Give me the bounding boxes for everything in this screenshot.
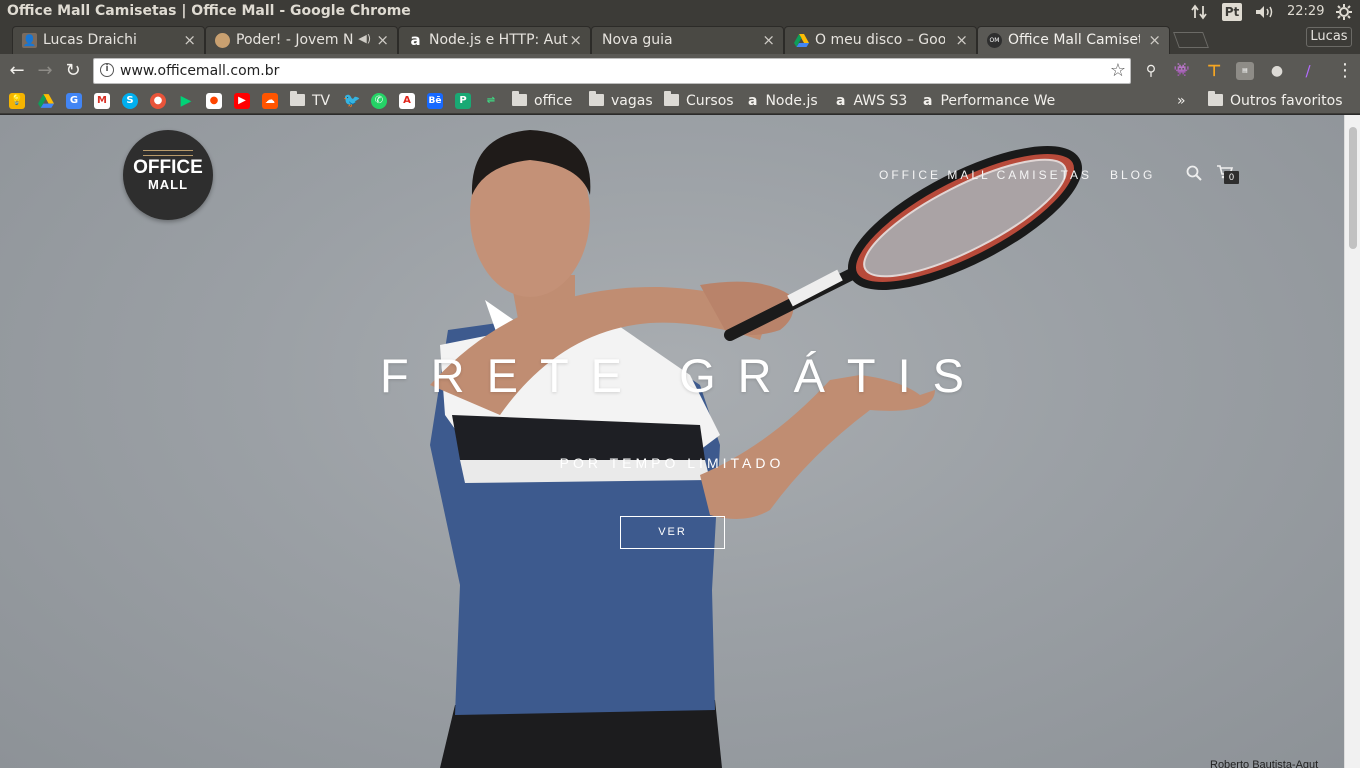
bookmarks-bar: 💡 G M S ● ▶ ● ▶ ☁ TV 🐦 ✆ A Bē P ⇌ office… (0, 88, 1360, 114)
folder-icon (512, 91, 527, 106)
folder-icon (1208, 91, 1223, 106)
feather-extension-icon[interactable]: ∕ (1299, 62, 1317, 80)
behance-bookmark-icon[interactable]: Bē (427, 93, 443, 109)
hero-cta-button[interactable]: VER (620, 516, 725, 549)
hammer-extension-icon[interactable]: ⊤ (1205, 62, 1223, 80)
translate-bookmark-icon[interactable]: G (66, 93, 82, 109)
keep-bookmark-icon[interactable]: 💡 (9, 93, 25, 109)
tab-label: Poder! - Jovem N (236, 32, 354, 48)
bookmark-folder-outros-favoritos[interactable]: Outros favoritos (1208, 91, 1343, 110)
profile-button[interactable]: Lucas (1306, 27, 1352, 47)
chrome-menu-icon[interactable]: ⋮ (1336, 60, 1354, 81)
alura-a-icon: a (923, 93, 933, 109)
search-icon[interactable] (1186, 165, 1202, 181)
folder-icon (589, 91, 604, 106)
news-extension-icon[interactable]: ▤ (1236, 62, 1254, 80)
close-icon[interactable]: × (569, 31, 582, 49)
reload-icon[interactable]: ↻ (61, 59, 85, 83)
photo-credit: Roberto Bautista-Agut (1210, 759, 1319, 768)
clock[interactable]: 22:29 (1287, 4, 1324, 19)
tab-label: Office Mall Camiset (1008, 32, 1140, 48)
skype-bookmark-icon[interactable]: S (122, 93, 138, 109)
nav-link-blog[interactable]: BLOG (1110, 168, 1155, 182)
logo-text-mall: MALL (147, 177, 189, 192)
tab-lucas-draichi[interactable]: 👤 Lucas Draichi × (12, 26, 205, 54)
close-icon[interactable]: × (955, 31, 968, 49)
robinhood-bookmark-icon[interactable]: ⇌ (483, 93, 499, 109)
speaker-icon[interactable]: ◀) (358, 32, 371, 45)
folder-icon (664, 91, 679, 106)
tab-google-drive[interactable]: O meu disco – Goog × (784, 26, 977, 54)
settings-gear-icon[interactable] (1335, 3, 1353, 21)
bookmark-star-icon[interactable]: ☆ (1110, 60, 1126, 81)
tab-office-mall[interactable]: OM Office Mall Camiset × (977, 26, 1170, 54)
close-icon[interactable]: × (183, 31, 196, 49)
twitter-bookmark-icon[interactable]: 🐦 (343, 93, 360, 109)
bookmark-folder-office[interactable]: office (512, 91, 572, 110)
tab-nova-guia[interactable]: Nova guia × (591, 26, 784, 54)
cart-count-badge[interactable]: 0 (1224, 171, 1239, 184)
volume-icon[interactable] (1254, 4, 1276, 20)
drive-bookmark-icon[interactable] (38, 93, 54, 109)
tab-label: O meu disco – Goog (815, 32, 945, 48)
bookmark-nodejs[interactable]: a Node.js (748, 92, 818, 110)
network-icon[interactable] (1190, 4, 1208, 20)
avatar-face-icon (215, 33, 230, 48)
location-pin-icon[interactable]: ⚲ (1142, 62, 1160, 80)
alura-a-icon: a (836, 93, 846, 109)
keyboard-layout-indicator[interactable]: Pt (1222, 3, 1242, 21)
ghost-extension-icon[interactable]: 👾 (1173, 62, 1191, 80)
forward-arrow-icon[interactable]: → (33, 59, 57, 83)
folder-icon (290, 91, 305, 106)
soundcloud-bookmark-icon[interactable]: ☁ (262, 93, 278, 109)
close-icon[interactable]: × (376, 31, 389, 49)
new-tab-button[interactable] (1173, 32, 1209, 48)
browser-toolbar: ← → ↻ i www.officemall.com.br ☆ ⚲ 👾 ⊤ ▤ … (0, 54, 1360, 88)
nav-link-camisetas[interactable]: OFFICE MALL CAMISETAS (879, 168, 1092, 182)
reddit-bookmark-icon[interactable]: ● (206, 93, 222, 109)
google-drive-icon (794, 34, 809, 47)
os-title-bar: Office Mall Camisetas | Office Mall - Go… (0, 0, 1360, 24)
play-bookmark-icon[interactable]: ▶ (178, 93, 194, 109)
bookmark-folder-tv[interactable]: TV (290, 91, 330, 110)
gmail-bookmark-icon[interactable]: M (94, 93, 110, 109)
asana-bookmark-icon[interactable]: ● (150, 93, 166, 109)
tab-label: Nova guia (602, 32, 673, 48)
adobe-bookmark-icon[interactable]: A (399, 93, 415, 109)
youtube-bookmark-icon[interactable]: ▶ (234, 93, 250, 109)
tab-label: Node.js e HTTP: Aut (429, 32, 568, 48)
tab-nodejs-http[interactable]: a Node.js e HTTP: Aut × (398, 26, 591, 54)
alura-a-icon: a (410, 31, 421, 49)
bookmark-folder-cursos[interactable]: Cursos (664, 91, 734, 110)
profile-photo-icon: 👤 (22, 33, 37, 48)
hero-background-photo (430, 130, 1082, 768)
scrollbar-thumb[interactable] (1349, 127, 1357, 249)
bookmark-aws-s3[interactable]: a AWS S3 (836, 92, 907, 110)
paragon-bookmark-icon[interactable]: P (455, 93, 471, 109)
tab-poder-jovem[interactable]: Poder! - Jovem N ◀) × (205, 26, 398, 54)
whatsapp-bookmark-icon[interactable]: ✆ (371, 93, 387, 109)
web-page: OFFICE MALL OFFICE MALL CAMISETAS BLOG 0… (0, 115, 1344, 768)
alura-a-icon: a (748, 93, 758, 109)
tab-strip: 👤 Lucas Draichi × Poder! - Jovem N ◀) × … (0, 24, 1360, 54)
window-title: Office Mall Camisetas | Office Mall - Go… (7, 3, 411, 19)
logo-text-office: OFFICE (133, 157, 203, 178)
page-scrollbar[interactable] (1344, 115, 1360, 768)
close-icon[interactable]: × (1148, 31, 1161, 49)
address-bar[interactable]: i www.officemall.com.br ☆ (93, 58, 1131, 84)
tab-label: Lucas Draichi (43, 32, 137, 48)
lightbulb-icon[interactable]: ● (1268, 62, 1286, 80)
hero-subtitle: POR TEMPO LIMITADO (559, 455, 785, 471)
url-text[interactable]: www.officemall.com.br (120, 63, 279, 79)
hero-title: FRETE GRÁTIS (379, 349, 987, 402)
bookmark-performance[interactable]: a Performance We (923, 92, 1061, 110)
officemall-logo-icon: OM (987, 33, 1002, 48)
bookmark-folder-vagas[interactable]: vagas (589, 91, 653, 110)
bookmarks-overflow-chevron-icon[interactable]: » (1177, 92, 1186, 110)
info-icon[interactable]: i (100, 63, 114, 77)
logo-ornament (143, 150, 193, 156)
close-icon[interactable]: × (762, 31, 775, 49)
back-arrow-icon[interactable]: ← (5, 59, 29, 83)
site-logo[interactable]: OFFICE MALL (123, 130, 213, 220)
